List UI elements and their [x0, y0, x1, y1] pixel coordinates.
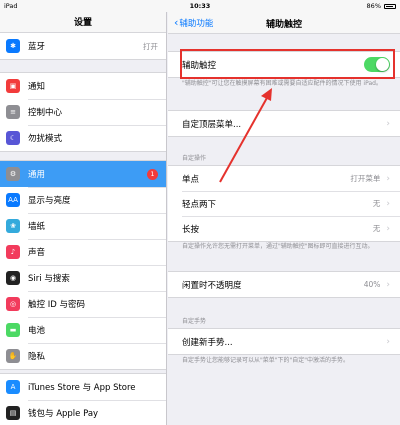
sidebar-group-stores: A iTunes Store 与 App Store ▤ 钱包与 Apple P… [0, 373, 166, 425]
status-time: 10:33 [189, 2, 211, 10]
sidebar-item-notifications[interactable]: ▣ 通知 [0, 73, 166, 99]
sidebar-group-general: ⚙ 通用 1 AA 显示与亮度 ❀ 墙纸 ♪ 声音 ◉ Siri 与搜索 ◎ 触… [0, 160, 166, 370]
sidebar-group-connectivity: ✱ 蓝牙 打开 [0, 32, 166, 60]
status-bar: iPad 10:33 86% [0, 0, 400, 12]
create-gesture-row[interactable]: 创建新手势... › [168, 329, 400, 354]
custom-actions-group: 单点 打开菜单 › 轻点两下 无 › 长按 无 › [168, 165, 400, 242]
sidebar-item-sounds[interactable]: ♪ 声音 [0, 239, 166, 265]
update-badge: 1 [147, 168, 158, 180]
battery-icon: ▬ [6, 323, 20, 337]
top-menu-group: 自定顶层菜单... › [168, 110, 400, 137]
notifications-icon: ▣ [6, 79, 20, 93]
idle-opacity-row[interactable]: 闲置时不透明度 40% › [168, 272, 400, 297]
control-center-icon: ≡ [6, 105, 20, 119]
sidebar-group-notifications: ▣ 通知 ≡ 控制中心 ☾ 勿扰模式 [0, 72, 166, 152]
single-tap-row[interactable]: 单点 打开菜单 › [168, 166, 400, 191]
assistive-touch-toggle[interactable] [364, 57, 390, 72]
assistive-touch-row: 辅助触控 [168, 52, 400, 77]
sound-icon: ♪ [6, 245, 20, 259]
customize-top-menu-row[interactable]: 自定顶层菜单... › [168, 111, 400, 136]
battery-percent: 86% [366, 2, 381, 10]
assistive-touch-group: 辅助触控 [168, 51, 400, 78]
sidebar-item-privacy[interactable]: ✋ 隐私 [0, 343, 166, 369]
app-store-icon: A [6, 380, 20, 394]
custom-gestures-group: 创建新手势... › [168, 328, 400, 355]
sidebar-item-control-center[interactable]: ≡ 控制中心 [0, 99, 166, 125]
sidebar-item-siri[interactable]: ◉ Siri 与搜索 [0, 265, 166, 291]
battery-icon [384, 3, 396, 9]
sidebar-item-battery[interactable]: ▬ 电池 [0, 317, 166, 343]
gear-icon: ⚙ [6, 167, 20, 181]
wallet-icon: ▤ [6, 406, 20, 420]
page-title: 辅助触控 [265, 20, 302, 30]
chevron-right-icon: › [386, 336, 390, 347]
nav-bar: ‹ 辅助功能 辅助触控 [168, 12, 400, 34]
sidebar-item-touch-id[interactable]: ◎ 触控 ID 与密码 [0, 291, 166, 317]
sidebar-item-wallpaper[interactable]: ❀ 墙纸 [0, 213, 166, 239]
custom-gestures-description: 自定手势让您能够记录可以从"菜单"下的"自定"中激活的手势。 [182, 357, 350, 364]
sidebar-item-display[interactable]: AA 显示与亮度 [0, 187, 166, 213]
hand-icon: ✋ [6, 349, 20, 363]
sidebar-item-wallet[interactable]: ▤ 钱包与 Apple Pay [0, 400, 166, 425]
wallpaper-icon: ❀ [6, 219, 20, 233]
siri-icon: ◉ [6, 271, 20, 285]
idle-opacity-group: 闲置时不透明度 40% › [168, 271, 400, 298]
custom-actions-header: 自定操作 [182, 155, 207, 162]
moon-icon: ☾ [6, 131, 20, 145]
assistive-touch-panel: ‹ 辅助功能 辅助触控 辅助触控 "辅助触控"可让您在触摸屏幕有困难或需要自适应… [168, 12, 400, 425]
chevron-right-icon: › [386, 118, 390, 129]
chevron-right-icon: › [386, 223, 390, 234]
sidebar-title: 设置 [0, 12, 166, 34]
chevron-right-icon: › [386, 198, 390, 209]
display-icon: AA [6, 193, 20, 207]
sidebar-item-general[interactable]: ⚙ 通用 1 [0, 161, 166, 187]
custom-gestures-header: 自定手势 [182, 318, 207, 325]
bluetooth-icon: ✱ [6, 39, 20, 53]
chevron-right-icon: › [386, 173, 390, 184]
settings-sidebar: 设置 ✱ 蓝牙 打开 ▣ 通知 ≡ 控制中心 ☾ 勿扰模式 ⚙ 通用 1 AA [0, 12, 167, 425]
sidebar-item-app-store[interactable]: A iTunes Store 与 App Store [0, 374, 166, 400]
double-tap-row[interactable]: 轻点两下 无 › [168, 191, 400, 216]
chevron-right-icon: › [386, 279, 390, 290]
fingerprint-icon: ◎ [6, 297, 20, 311]
assistive-touch-description: "辅助触控"可让您在触摸屏幕有困难或需要自适应配件的情况下使用 iPad。 [182, 80, 382, 87]
sidebar-item-do-not-disturb[interactable]: ☾ 勿扰模式 [0, 125, 166, 151]
sidebar-item-bluetooth[interactable]: ✱ 蓝牙 打开 [0, 33, 166, 59]
long-press-row[interactable]: 长按 无 › [168, 216, 400, 241]
custom-actions-description: 自定操作允许您无需打开菜单，通过"辅助触控"图标即可直接进行互动。 [182, 243, 374, 250]
